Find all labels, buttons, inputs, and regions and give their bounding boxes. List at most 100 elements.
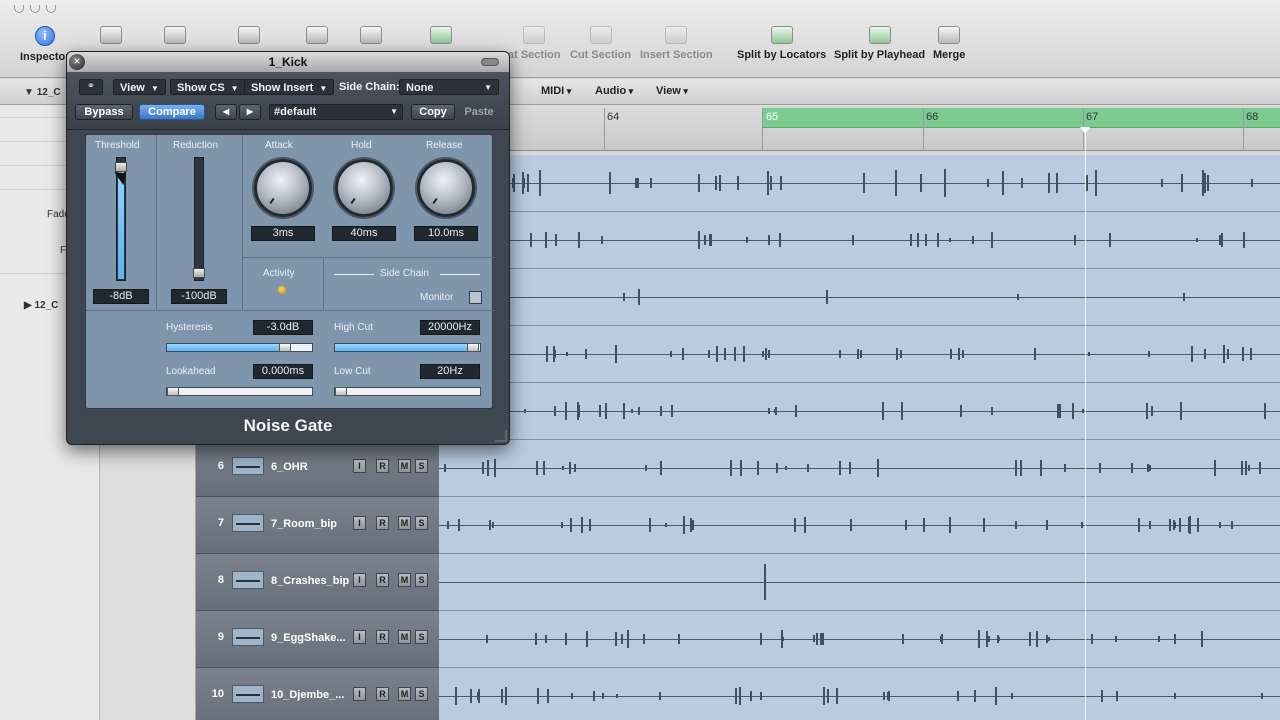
hysteresis-handle[interactable] (279, 343, 291, 352)
mute-button[interactable]: M (398, 573, 411, 587)
cut-section-button[interactable]: Cut Section (570, 26, 631, 61)
insert-section-button[interactable]: Insert Section (640, 26, 713, 61)
paste-button[interactable]: Paste (459, 104, 499, 120)
region-disclosure-1[interactable]: ▼ 12_C (24, 87, 61, 98)
input-monitor-button[interactable]: I (353, 630, 366, 644)
input-monitor-button[interactable]: I (353, 516, 366, 530)
show-insert-menu[interactable]: Show Insert ▼ (244, 79, 335, 95)
cut-section-button-partial[interactable]: at Section (508, 26, 561, 61)
hold-knob[interactable] (335, 159, 393, 217)
track-name[interactable]: 10_Djembe_... (271, 689, 344, 701)
solo-button[interactable]: S (415, 459, 428, 473)
mute-button[interactable]: M (398, 459, 411, 473)
copy-button[interactable]: Copy (411, 104, 455, 120)
low-cut-value[interactable]: 20Hz (420, 364, 480, 379)
reduction-slider[interactable] (193, 157, 205, 281)
reduction-value[interactable]: -100dB (171, 289, 227, 304)
toolbar-button-4[interactable] (306, 26, 328, 49)
playhead-marker[interactable] (1080, 127, 1090, 134)
high-cut-handle[interactable] (467, 343, 479, 352)
record-enable-button[interactable]: R (376, 516, 389, 530)
high-cut-slider[interactable] (334, 343, 481, 352)
previous-preset-button[interactable]: ◀ (215, 104, 237, 120)
track-header[interactable]: 10 10_Djembe_... I R M S (196, 668, 439, 720)
release-value[interactable]: 10.0ms (414, 226, 478, 241)
track-header[interactable]: 9 9_EggShake... I R M S (196, 611, 439, 668)
audio-region[interactable] (439, 212, 1280, 269)
toolbar-button-1[interactable] (100, 26, 122, 49)
side-chain-select[interactable]: None ▼ (399, 79, 499, 95)
record-enable-button[interactable]: R (376, 459, 389, 473)
audio-region[interactable] (439, 497, 1280, 554)
input-monitor-button[interactable]: I (353, 459, 366, 473)
merge-button[interactable]: Merge (933, 26, 965, 61)
attack-value[interactable]: 3ms (251, 226, 315, 241)
audio-region[interactable] (439, 155, 1280, 212)
lookahead-value[interactable]: 0.000ms (253, 364, 313, 379)
record-enable-button[interactable]: R (376, 573, 389, 587)
toolbar-button-5[interactable] (360, 26, 382, 49)
audio-region[interactable] (439, 383, 1280, 440)
track-header[interactable]: 6 6_OHR I R M S (196, 440, 439, 497)
compare-button[interactable]: Compare (139, 104, 205, 120)
audio-region[interactable] (439, 611, 1280, 668)
bypass-button[interactable]: Bypass (75, 104, 133, 120)
solo-button[interactable]: S (415, 630, 428, 644)
track-name[interactable]: 9_EggShake... (271, 632, 346, 644)
split-by-playhead-button[interactable]: Split by Playhead (834, 26, 925, 61)
toolbar-toggle[interactable] (481, 58, 499, 66)
input-monitor-button[interactable]: I (353, 573, 366, 587)
close-icon[interactable]: × (69, 54, 85, 70)
lookahead-handle[interactable] (167, 387, 179, 396)
high-cut-value[interactable]: 20000Hz (420, 320, 480, 335)
low-cut-slider[interactable] (334, 387, 481, 396)
preset-select[interactable]: #default ▼ (269, 104, 403, 120)
low-cut-handle[interactable] (335, 387, 347, 396)
track-header[interactable]: 8 8_Crashes_bip I R M S (196, 554, 439, 611)
view-menu[interactable]: View ▼ (113, 79, 166, 95)
monitor-checkbox[interactable] (469, 291, 482, 304)
region-disclosure-2[interactable]: ▶ 12_C (24, 300, 58, 311)
inspector-button[interactable]: i Inspector (20, 26, 70, 63)
mute-button[interactable]: M (398, 516, 411, 530)
hysteresis-slider[interactable] (166, 343, 313, 352)
show-cs-menu[interactable]: Show CS ▼ (170, 79, 246, 95)
next-preset-button[interactable]: ▶ (239, 104, 261, 120)
hysteresis-value[interactable]: -3.0dB (253, 320, 313, 335)
resize-grip[interactable] (495, 430, 507, 442)
audio-region[interactable] (439, 326, 1280, 383)
cycle-region[interactable] (762, 108, 1280, 128)
record-enable-button[interactable]: R (376, 687, 389, 701)
track-header[interactable]: 7 7_Room_bip I R M S (196, 497, 439, 554)
hold-value[interactable]: 40ms (332, 226, 396, 241)
audio-region[interactable] (439, 668, 1280, 720)
audio-menu[interactable]: Audio (595, 85, 633, 97)
reduction-handle[interactable] (193, 268, 205, 278)
solo-button[interactable]: S (415, 573, 428, 587)
audio-region[interactable] (439, 269, 1280, 326)
link-icon[interactable]: ⚭ (79, 79, 103, 95)
toolbar-button-6[interactable] (430, 26, 452, 49)
solo-button[interactable]: S (415, 516, 428, 530)
solo-button[interactable]: S (415, 687, 428, 701)
threshold-value[interactable]: -8dB (93, 289, 149, 304)
audio-region[interactable] (439, 554, 1280, 611)
track-name[interactable]: 7_Room_bip (271, 518, 337, 530)
attack-knob[interactable] (254, 159, 312, 217)
split-by-locators-button[interactable]: Split by Locators (737, 26, 826, 61)
mute-button[interactable]: M (398, 630, 411, 644)
track-name[interactable]: 6_OHR (271, 461, 308, 473)
record-enable-button[interactable]: R (376, 630, 389, 644)
toolbar-button-3[interactable] (238, 26, 260, 49)
playhead-line[interactable] (1085, 128, 1086, 720)
midi-menu[interactable]: MIDI (541, 85, 571, 97)
track-name[interactable]: 8_Crashes_bip (271, 575, 349, 587)
mute-button[interactable]: M (398, 687, 411, 701)
lookahead-slider[interactable] (166, 387, 313, 396)
view-menu[interactable]: View (656, 85, 688, 97)
plugin-title-bar[interactable]: 1_Kick (67, 52, 509, 72)
release-knob[interactable] (417, 159, 475, 217)
input-monitor-button[interactable]: I (353, 687, 366, 701)
toolbar-button-2[interactable] (164, 26, 186, 49)
audio-region[interactable] (439, 440, 1280, 497)
